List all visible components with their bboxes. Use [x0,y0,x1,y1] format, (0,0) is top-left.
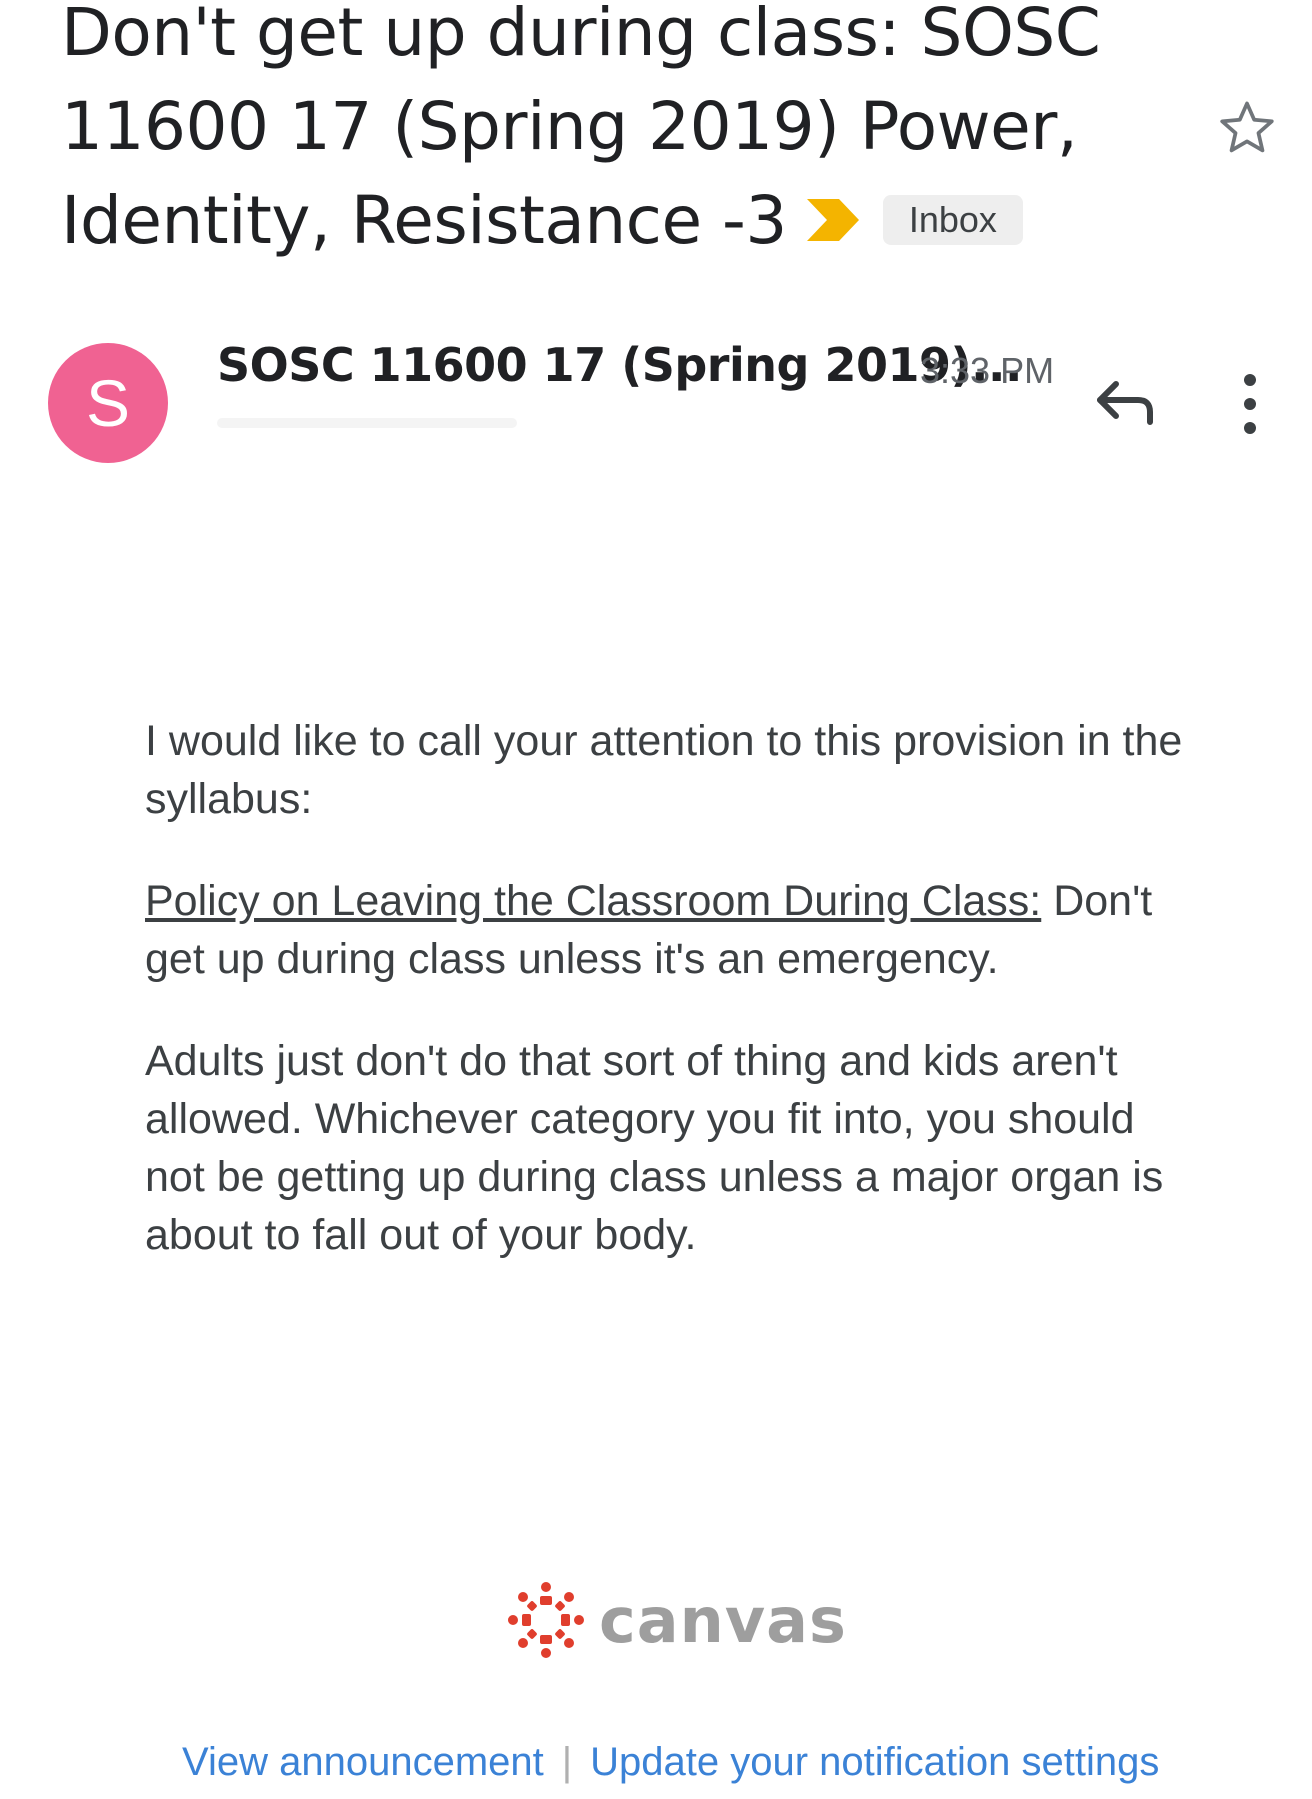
policy-link[interactable]: Policy on Leaving the Classroom During C… [145,877,1041,925]
canvas-wordmark: canvas [599,1583,847,1657]
body-closing: Adults just don't do that sort of thing … [145,1037,1164,1259]
email-subject: Don't get up during class: SOSC 11600 17… [61,0,1201,268]
star-button[interactable] [1215,96,1279,160]
more-options-button[interactable] [1230,372,1270,436]
body-intro: I would like to call your attention to t… [145,717,1183,823]
footer-links: View announcement | Update your notificati… [182,1740,1159,1785]
message-time: 3:33 PM [920,350,1055,391]
star-outline-icon [1220,101,1274,153]
reply-icon [1097,381,1153,425]
sender-name[interactable]: SOSC 11600 17 (Spring 2019)... [217,338,1022,392]
footer-separator: | [561,1740,573,1784]
sender-avatar[interactable]: S [48,343,168,463]
body-policy: Policy on Leaving the Classroom During C… [145,872,1205,988]
canvas-logo-icon [508,1582,584,1658]
inbox-label-chip[interactable]: Inbox [882,194,1023,245]
canvas-logo: canvas [507,1580,847,1660]
more-vert-icon [1244,374,1256,434]
importance-marker-icon[interactable] [805,197,861,243]
message-body: I would like to call your attention to t… [145,712,1205,1308]
reply-button[interactable] [1090,372,1160,432]
recipient-details-placeholder[interactable] [217,418,517,428]
view-announcement-link[interactable]: View announcement [182,1740,544,1784]
notification-settings-link[interactable]: Update your notification settings [590,1740,1159,1784]
